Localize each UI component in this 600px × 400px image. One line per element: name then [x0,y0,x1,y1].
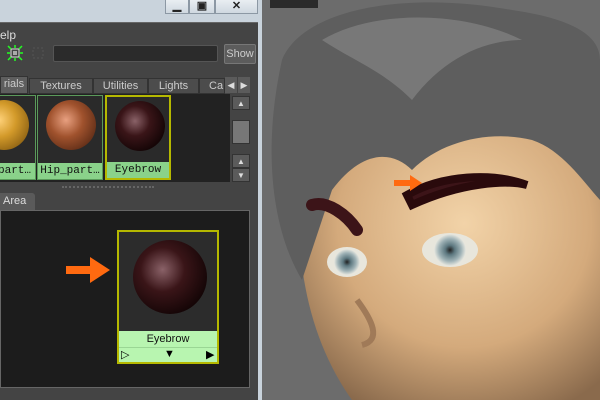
close-button[interactable]: ✕ [215,0,258,14]
expand-node-icon[interactable]: ▼ [164,348,175,360]
character-face-render [271,2,600,400]
swatch-label: Hip_part… [38,163,102,179]
tab-work-area[interactable]: Area [0,193,35,210]
tab-textures[interactable]: Textures [29,78,93,94]
material-swatch[interactable]: _part… [0,95,36,180]
material-swatch[interactable]: Hip_part… [37,95,103,180]
tab-utilities[interactable]: Utilities [93,78,148,94]
swatch-preview [46,100,96,150]
pane-splitter[interactable] [62,186,154,188]
tab-scroll-right[interactable]: ▶ [238,77,250,93]
material-swatch-selected[interactable]: Eyebrow [105,95,171,180]
frame-selected-icon[interactable] [7,45,23,61]
tab-materials[interactable]: rials [0,76,28,94]
node-label: Eyebrow [119,331,217,347]
scroll-down-button[interactable]: ▼ [232,168,250,182]
show-button[interactable]: Show [224,44,256,64]
scrollbar-thumb[interactable] [232,120,250,144]
viewport-toolbar-icons[interactable] [270,0,318,8]
tab-lights[interactable]: Lights [148,78,199,94]
scroll-up-button[interactable]: ▲ [232,96,250,110]
tab-cameras[interactable]: Ca [199,78,225,94]
maximize-button[interactable]: ▣ [189,0,215,14]
swatch-preview [115,101,165,151]
swatch-label: _part… [0,163,35,179]
viewport [262,0,600,400]
swatch-label: Eyebrow [107,162,169,178]
menu-help[interactable]: elp [0,28,16,42]
swatch-preview [0,100,29,150]
node-preview [133,240,207,314]
input-port-icon[interactable]: ▷ [121,348,129,361]
orange-arrow-icon [66,257,110,283]
scroll-up-small-button[interactable]: ▲ [232,154,250,168]
tab-scroll-left[interactable]: ◀ [225,77,237,93]
filter-input[interactable] [53,45,218,62]
minimize-button[interactable]: ▁ [165,0,189,14]
node-controls: ▷ ▼ ▶ [119,347,217,362]
output-port-icon[interactable]: ▶ [206,348,214,361]
material-node-eyebrow[interactable]: Eyebrow ▷ ▼ ▶ [117,230,219,364]
frame-all-icon[interactable] [30,45,46,61]
